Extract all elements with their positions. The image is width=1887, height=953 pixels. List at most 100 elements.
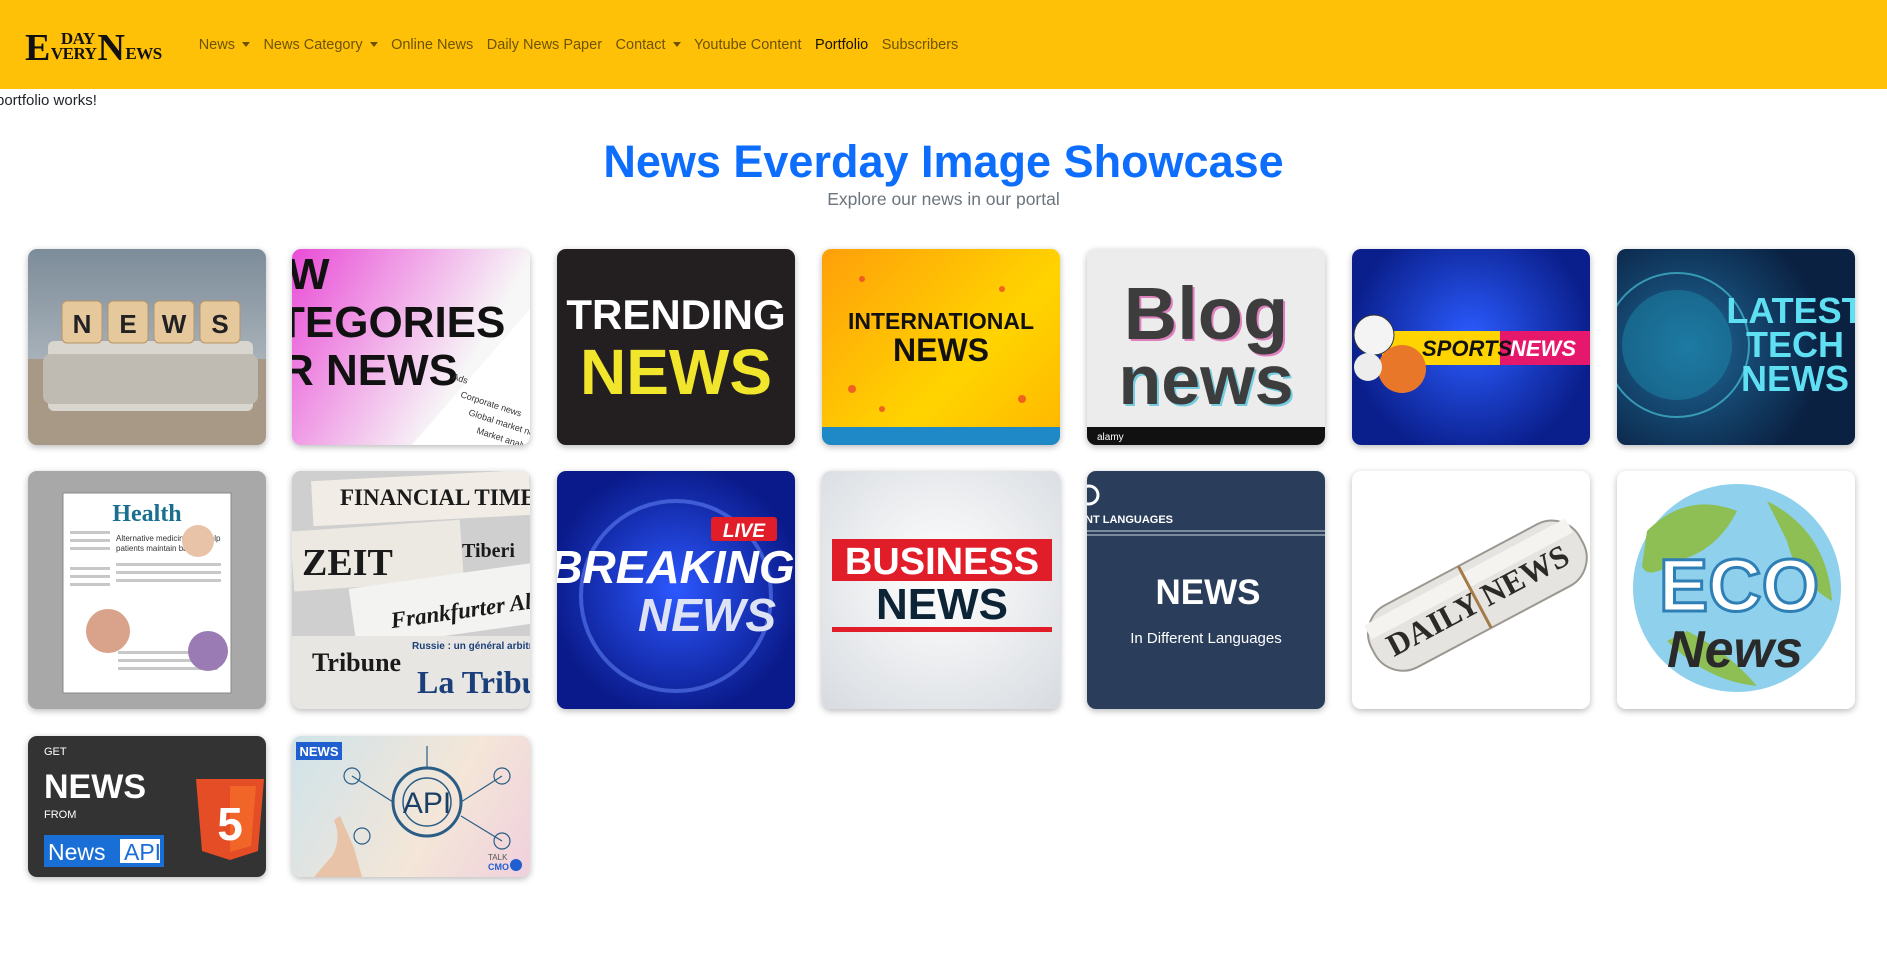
business-graphic: BUSINESS NEWS <box>832 539 1052 632</box>
tile-text: GET <box>44 746 67 758</box>
health-graphic: Health Alternative medicine can help pat… <box>62 492 232 694</box>
brand-ews: EWS <box>125 43 162 63</box>
blog-news-image[interactable]: alamy Blog Blog news news <box>1087 249 1325 445</box>
cube-letter: N <box>73 309 92 339</box>
chevron-down-icon <box>241 42 250 47</box>
nav-item-portfolio[interactable]: Portfolio <box>815 37 868 53</box>
news-cubes-image[interactable]: N E W S <box>28 249 266 445</box>
breaking-graphic: LIVE BREAKING NEWS <box>557 499 795 693</box>
tile-text: ECO <box>1659 544 1819 627</box>
page-title: News Everday Image Showcase <box>603 136 1284 187</box>
brand-logo[interactable]: E DAY VERY N EWS <box>25 25 163 69</box>
breaking-news-image[interactable]: LIVE BREAKING NEWS <box>557 471 795 709</box>
nav-label: Youtube Content <box>694 36 802 53</box>
brand-letter-e: E <box>25 26 50 69</box>
latest-tech-news-image[interactable]: LATEST TECH NEWS <box>1617 249 1855 445</box>
brand-stack-2: EWS <box>125 43 162 63</box>
tile-text: NT LANGUAGES <box>1087 514 1173 526</box>
tile-text: Health <box>112 501 181 527</box>
trending-graphic: TRENDING NEWS <box>566 291 785 408</box>
tile-text: API <box>124 839 161 865</box>
brand-letter-n: N <box>97 26 125 69</box>
tile-text: R NEWS <box>292 346 458 395</box>
tile-text: BUSINESS <box>845 541 1039 583</box>
tile-text: W <box>292 250 330 299</box>
cube-letter: W <box>162 309 187 339</box>
financial-graphic: FINANCIAL TIME ZEIT Frankfurter Allgem T… <box>292 471 530 709</box>
tile-text: La Tribun <box>417 664 530 700</box>
chevron-down-icon <box>672 42 681 47</box>
news-api-image[interactable]: GET NEWS FROM News API 5 <box>28 736 266 877</box>
financial-newspapers-image[interactable]: FINANCIAL TIME ZEIT Frankfurter Allgem T… <box>292 471 530 709</box>
tile-text: Tribune <box>312 648 401 677</box>
daily-news-roll-image[interactable]: DAILY NEWS <box>1352 471 1590 709</box>
tile-text: SPORTS <box>1422 336 1512 361</box>
tile-text: ZEIT <box>302 542 393 584</box>
nav-label: Daily News Paper <box>486 36 603 53</box>
tile-text: NEWS <box>893 332 989 368</box>
tile-text: NEWS <box>1741 358 1849 399</box>
page-subtitle: Explore our news in our portal <box>827 189 1060 209</box>
tile-text: NEWS <box>638 589 776 641</box>
brand-stack-1: DAY VERY <box>50 30 97 63</box>
international-graphic: INTERNATIONAL NEWS <box>822 276 1060 445</box>
tile-text: TALK <box>488 853 508 862</box>
html5-icon: 5 <box>217 798 243 850</box>
cube-letter: S <box>211 309 228 339</box>
nav-label: News Category <box>263 36 363 53</box>
tile-text: Tiberi <box>462 540 515 562</box>
tile-text: Russie : un général arbitre du <box>412 641 530 652</box>
news-cubes-graphic: N E W S <box>28 300 266 445</box>
tile-text: NEWS <box>44 768 146 806</box>
health-newspaper-image[interactable]: Health Alternative medicine can help pat… <box>28 471 266 709</box>
nav-item-news-category[interactable]: News Category <box>263 36 378 53</box>
nav-label: Contact <box>615 36 666 53</box>
api-touch-graphic: NEWS API TALK CMO <box>296 742 522 877</box>
nav-label: Online News <box>391 36 474 53</box>
business-news-image[interactable]: BUSINESS NEWS <box>822 471 1060 709</box>
cube-letter: E <box>119 309 136 339</box>
languages-graphic: NT LANGUAGES NEWS In Different Languages <box>1087 484 1325 647</box>
eco-news-image[interactable]: ECO News <box>1617 471 1855 709</box>
portfolio-message: portfolio works! <box>0 92 97 109</box>
nav-item-online-news[interactable]: Online News <box>391 37 473 53</box>
tile-text: API <box>403 787 451 820</box>
api-touch-image[interactable]: NEWS API TALK CMO <box>292 736 530 877</box>
tile-text: NEWS <box>300 744 339 759</box>
nav-item-youtube-content[interactable]: Youtube Content <box>694 37 802 53</box>
nav-item-news[interactable]: News <box>199 37 250 53</box>
tile-text: BREAKING <box>557 541 795 593</box>
tile-text: In Different Languages <box>1130 630 1282 647</box>
tile-text: NEWS <box>580 336 772 408</box>
nav-label: News <box>198 36 235 53</box>
tile-text: alamy <box>1097 432 1124 443</box>
brand-very: VERY <box>50 43 97 63</box>
nav-label: Subscribers <box>881 36 959 53</box>
top-navbar: E DAY VERY N EWS News News Category Onli… <box>0 0 1887 89</box>
categories-graphic: W TEGORIES R NEWS Ads Corporate news Glo… <box>292 250 530 445</box>
languages-news-image[interactable]: NT LANGUAGES NEWS In Different Languages <box>1087 471 1325 709</box>
nav-menu: News News Category Online News Daily New… <box>199 37 972 53</box>
tile-text: NEWS <box>1156 573 1261 612</box>
trending-news-image[interactable]: TRENDING NEWS <box>557 249 795 445</box>
international-news-image[interactable]: INTERNATIONAL NEWS <box>822 249 1060 445</box>
tile-text: INTERNATIONAL <box>848 308 1034 334</box>
news-categories-image[interactable]: W TEGORIES R NEWS Ads Corporate news Glo… <box>292 249 530 445</box>
sports-news-image[interactable]: SPORTS NEWS <box>1352 249 1590 445</box>
tile-text: FROM <box>44 809 76 821</box>
nav-item-subscribers[interactable]: Subscribers <box>882 37 959 53</box>
tile-text: FINANCIAL TIME <box>340 485 530 510</box>
tile-text: CMO <box>488 862 509 872</box>
showcase-header: News Everday Image Showcase Explore our … <box>0 136 1887 210</box>
nav-item-contact[interactable]: Contact <box>616 37 681 53</box>
nav-item-daily-news-paper[interactable]: Daily News Paper <box>487 37 602 53</box>
tile-text: NEWS <box>876 580 1008 629</box>
tile-text: TEGORIES <box>292 298 505 347</box>
news-api-graphic: GET NEWS FROM News API 5 <box>44 746 264 867</box>
tile-text: LIVE <box>723 521 767 542</box>
sports-graphic: SPORTS NEWS <box>1353 314 1590 393</box>
daily-roll-graphic: DAILY NEWS <box>1364 518 1588 672</box>
tile-text: NEWS <box>1510 336 1576 361</box>
tile-text: News <box>48 839 106 865</box>
chevron-down-icon <box>369 42 378 47</box>
